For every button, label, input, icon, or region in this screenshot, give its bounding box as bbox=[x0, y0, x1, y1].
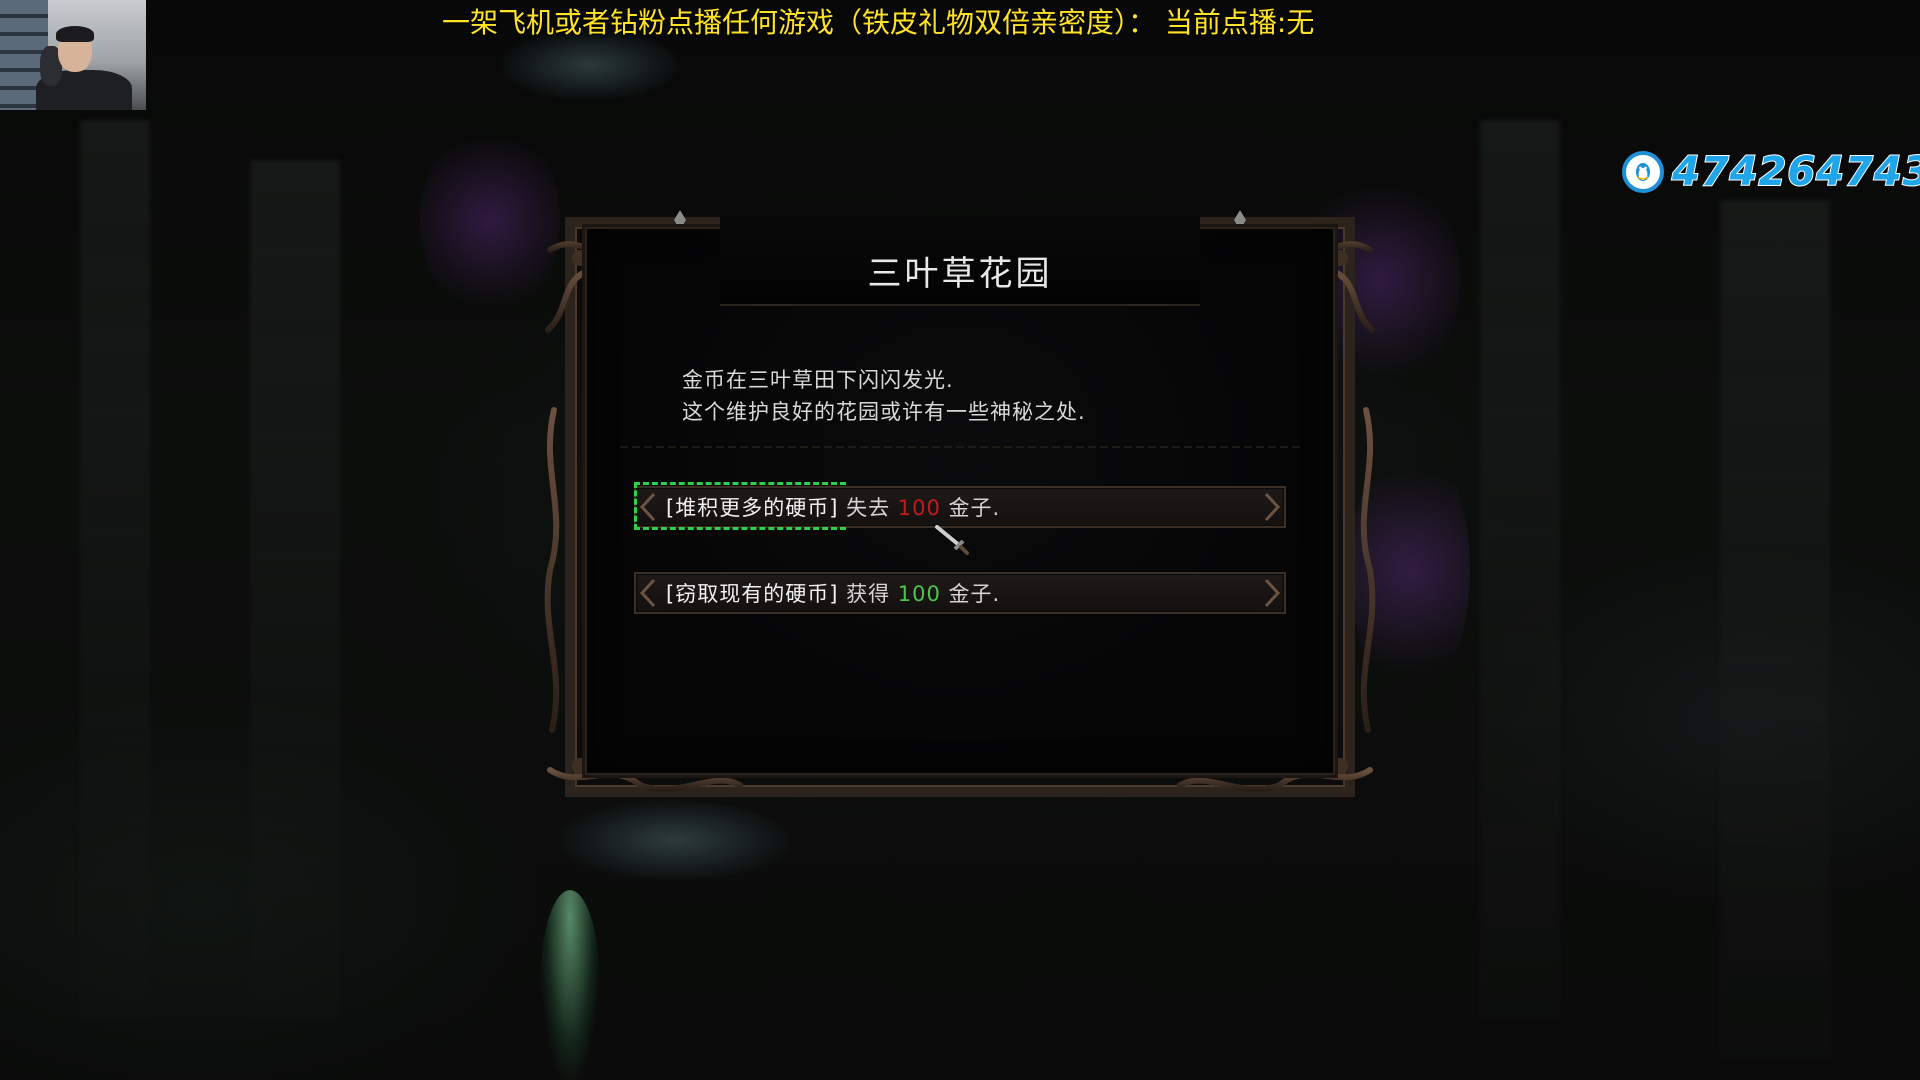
ghost-wisp bbox=[540, 890, 600, 1080]
streamer-webcam bbox=[0, 0, 146, 110]
gold-amount-loss: 100 bbox=[897, 496, 941, 520]
choice-button-steal-coins[interactable]: [窃取现有的硬币] 获得 100 金子. bbox=[634, 572, 1286, 614]
gold-amount-gain: 100 bbox=[897, 582, 941, 606]
choice-left-cap-icon bbox=[639, 492, 656, 522]
choice-right-cap-icon bbox=[1264, 578, 1281, 608]
choice-right-cap-icon bbox=[1264, 492, 1281, 522]
divider bbox=[620, 446, 1300, 448]
background-tree bbox=[1480, 120, 1560, 1020]
choice-button-pile-coins[interactable]: [堆积更多的硬币] 失去 100 金子. bbox=[634, 482, 1286, 530]
choice-verb: 失去 bbox=[846, 496, 891, 520]
sword-cursor-icon bbox=[935, 525, 969, 555]
stream-request-banner: 一架飞机或者钻粉点播任何游戏（铁皮礼物双倍亲密度）： 当前点播:无 bbox=[442, 6, 1315, 39]
qq-penguin-icon bbox=[1622, 151, 1664, 193]
background-tree bbox=[250, 160, 340, 1020]
game-screen: 一架飞机或者钻粉点播任何游戏（铁皮礼物双倍亲密度）： 当前点播:无 474264… bbox=[0, 0, 1920, 1080]
choice-verb: 获得 bbox=[846, 582, 891, 606]
choice-left-cap-icon bbox=[639, 578, 656, 608]
title-plate: 三叶草花园 bbox=[720, 216, 1200, 306]
choice-suffix: 金子. bbox=[948, 582, 1001, 606]
choice-tag: [堆积更多的硬币] bbox=[666, 496, 839, 520]
qq-group-badge: 474264743 bbox=[1622, 148, 1920, 196]
background-tree bbox=[80, 120, 150, 1020]
event-description: 金币在三叶草田下闪闪发光. 这个维护良好的花园或许有一些神秘之处. bbox=[682, 364, 1086, 428]
description-line: 这个维护良好的花园或许有一些神秘之处. bbox=[682, 400, 1086, 424]
choice-suffix: 金子. bbox=[948, 496, 1001, 520]
event-dialog: 三叶草花园 金币在三叶草田下闪闪发光. 这个维护良好的花园或许有一些神秘之处. … bbox=[540, 210, 1380, 800]
choice-label: [堆积更多的硬币] 失去 100 金子. bbox=[666, 494, 1000, 522]
qq-number: 474264743 bbox=[1671, 148, 1920, 196]
description-line: 金币在三叶草田下闪闪发光. bbox=[682, 368, 954, 392]
background-tree bbox=[1720, 200, 1830, 1060]
event-title: 三叶草花园 bbox=[867, 254, 1053, 294]
choice-tag: [窃取现有的硬币] bbox=[666, 582, 839, 606]
choice-label: [窃取现有的硬币] 获得 100 金子. bbox=[666, 580, 1000, 608]
water-puddle bbox=[560, 800, 790, 880]
purple-foliage bbox=[420, 120, 560, 320]
